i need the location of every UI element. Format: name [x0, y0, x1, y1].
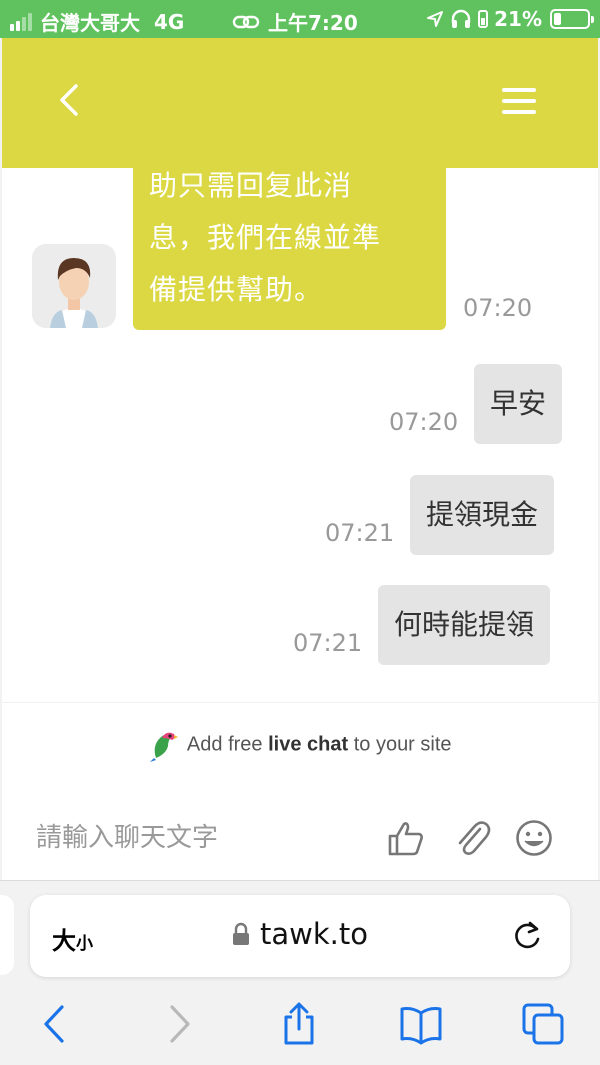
tawk-parrot-logo-icon — [150, 732, 179, 762]
text-size-button[interactable]: 大小 — [52, 921, 93, 956]
agent-message-time: 07:20 — [463, 294, 533, 322]
url-text: tawk.to — [260, 917, 368, 951]
address-bar[interactable]: 大小 tawk.to — [30, 895, 570, 977]
chat-widget: 助只需回复此消 息，我們在線並準 備提供幫助。 07:20 07:20 早安 07:… — [2, 38, 598, 880]
emoji-button[interactable] — [514, 818, 554, 858]
text-size-label-small: 小 — [76, 934, 93, 954]
attach-file-button[interactable] — [454, 818, 494, 858]
back-icon — [44, 1005, 64, 1043]
forward-icon — [170, 1005, 190, 1043]
agent-message-line: 息，我們在線並準 — [149, 221, 382, 254]
previous-tab-edge[interactable] — [0, 895, 14, 975]
promo-text-bold: live chat — [268, 733, 349, 756]
headphone-battery-icon — [478, 10, 489, 28]
status-bar: 台灣大哥大 4G 上午7:20 21% — [0, 0, 600, 38]
battery-percent: 21% — [494, 7, 542, 31]
back-button[interactable] — [52, 80, 88, 120]
promo-text-prefix: Add free — [186, 733, 263, 756]
message-input[interactable] — [36, 816, 366, 860]
lock-icon — [233, 922, 249, 945]
user-message-bubble: 早安 — [474, 364, 563, 444]
user-message-time: 07:20 — [389, 408, 459, 436]
browser-back-button[interactable] — [32, 1001, 78, 1047]
chat-header — [2, 38, 598, 168]
clock: 上午7:20 — [268, 11, 358, 35]
thumbs-up-button[interactable] — [386, 818, 426, 858]
headphones-icon — [451, 9, 471, 28]
paperclip-icon — [458, 821, 491, 855]
signal-strength-icon — [10, 12, 32, 31]
user-message-time: 07:21 — [325, 519, 395, 547]
agent-avatar — [32, 244, 116, 328]
message-composer — [2, 798, 598, 878]
user-message-time: 07:21 — [293, 629, 363, 657]
user-message-bubble: 提領現金 — [410, 475, 555, 555]
agent-message-line: 備提供幫助。 — [149, 273, 324, 306]
network-type: 4G — [154, 9, 185, 34]
bookmarks-button[interactable] — [398, 1001, 444, 1047]
tabs-icon — [522, 1003, 564, 1045]
menu-button[interactable] — [502, 88, 542, 120]
browser-forward-button[interactable] — [156, 1001, 202, 1047]
tabs-button[interactable] — [520, 1001, 566, 1047]
thumbs-up-icon — [388, 822, 423, 856]
location-arrow-icon — [427, 11, 444, 27]
share-button[interactable] — [276, 1001, 322, 1047]
bookmarks-icon — [400, 1007, 442, 1045]
link-icon — [232, 15, 260, 28]
text-size-label-big: 大 — [52, 927, 76, 955]
emoji-icon — [516, 820, 552, 856]
share-icon — [284, 1002, 314, 1045]
reload-button[interactable] — [510, 919, 544, 953]
carrier-name: 台灣大哥大 — [40, 11, 140, 35]
reload-icon — [515, 921, 540, 949]
divider — [2, 702, 598, 703]
agent-avatar-image — [32, 244, 116, 328]
browser-toolbar: 大小 tawk.to — [0, 880, 600, 1065]
powered-by-link[interactable]: Add free live chat to your site — [2, 728, 598, 762]
hamburger-menu-icon — [502, 88, 542, 114]
url-display[interactable]: tawk.to — [232, 917, 368, 951]
agent-message-bubble: 助只需回复此消 息，我們在線並準 備提供幫助。 — [133, 148, 446, 330]
back-chevron-icon — [60, 84, 78, 116]
battery-icon — [550, 9, 594, 29]
promo-text-suffix: to your site — [353, 733, 452, 756]
user-message-bubble: 何時能提領 — [378, 585, 551, 665]
